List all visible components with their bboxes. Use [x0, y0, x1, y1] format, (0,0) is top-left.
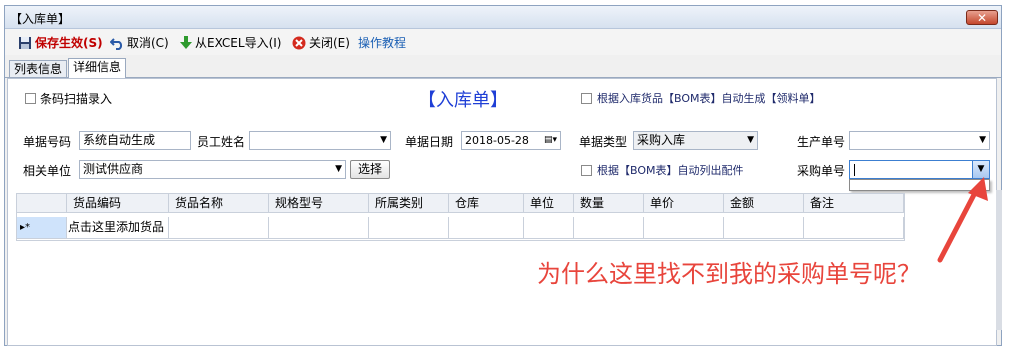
add-goods-cell[interactable]: 点击这里添加货品 [67, 217, 169, 239]
column-header[interactable]: 规格型号 [269, 194, 369, 213]
grid-cell[interactable] [804, 217, 904, 239]
grid-cell[interactable] [169, 217, 269, 239]
select-button[interactable]: 选择 [350, 160, 390, 179]
close-button[interactable]: 关闭(E) [292, 34, 350, 51]
barcode-scan-label: 条码扫描录入 [40, 92, 113, 106]
related-unit-label: 相关单位 [23, 164, 72, 178]
undo-icon [110, 37, 123, 50]
employee-label: 员工姓名 [197, 135, 246, 149]
bom-list-label: 根据【BOM表】自动列出配件 [597, 164, 744, 177]
cancel-button[interactable]: 取消(C) [110, 34, 169, 51]
chevron-down-icon: ▼ [747, 135, 754, 145]
close-circle-icon [292, 36, 306, 49]
annotation-text: 为什么这里找不到我的采购单号呢？ [537, 260, 921, 288]
save-label: 保存生效(S) [35, 36, 103, 50]
purchase-no-label: 采购单号 [797, 164, 846, 178]
chevron-down-icon: ▼ [335, 164, 342, 174]
column-header[interactable]: 所属类别 [369, 194, 449, 213]
barcode-scan-checkbox[interactable] [25, 93, 36, 104]
form-heading: 【入库单】 [418, 90, 508, 111]
chevron-down-icon: ▼ [979, 135, 986, 145]
date-label: 单据日期 [405, 135, 454, 149]
grid-cell[interactable] [269, 217, 369, 239]
close-icon: ✕ [976, 11, 988, 25]
calendar-icon: ▤▾ [543, 135, 557, 145]
close-label: 关闭(E) [309, 36, 350, 50]
grid-cell[interactable] [574, 217, 644, 239]
prod-no-label: 生产单号 [797, 135, 846, 149]
doc-no-field[interactable]: 系统自动生成 [79, 131, 191, 150]
column-header[interactable]: 单位 [524, 194, 574, 213]
grid-corner-header [17, 194, 67, 213]
import-excel-button[interactable]: 从EXCEL导入(I) [180, 34, 281, 51]
bom-auto-label: 根据入库货品【BOM表】自动生成【领料单】 [597, 92, 821, 105]
column-header[interactable]: 仓库 [449, 194, 524, 213]
grid-cell[interactable] [449, 217, 524, 239]
cancel-label: 取消(C) [127, 36, 169, 50]
column-header[interactable]: 货品编码 [67, 194, 169, 213]
bom-list-checkbox[interactable] [581, 165, 592, 176]
prod-no-select[interactable]: ▼ [849, 131, 990, 150]
tutorial-link[interactable]: 操作教程 [358, 34, 406, 51]
import-label: 从EXCEL导入(I) [195, 36, 282, 50]
text-cursor [854, 164, 855, 176]
annotation-arrow-icon [937, 177, 988, 263]
grid-cell[interactable] [644, 217, 724, 239]
bom-auto-checkbox[interactable] [581, 93, 592, 104]
column-header[interactable]: 金额 [724, 194, 804, 213]
window-title: 【入库单】 [10, 12, 71, 26]
column-header[interactable]: 数量 [574, 194, 644, 213]
grid-cell[interactable] [369, 217, 449, 239]
tab-strip [5, 57, 1001, 78]
column-header[interactable]: 备注 [804, 194, 904, 213]
tab-list-info[interactable]: 列表信息 [9, 60, 68, 77]
date-value: 2018-05-28 [465, 134, 529, 147]
employee-select[interactable]: ▼ [249, 131, 391, 150]
column-header[interactable]: 货品名称 [169, 194, 269, 213]
grid-cell[interactable] [724, 217, 804, 239]
download-arrow-icon [180, 35, 192, 49]
save-button[interactable]: 保存生效(S) [18, 34, 103, 51]
column-header[interactable]: 单价 [644, 194, 724, 213]
doc-no-label: 单据号码 [23, 135, 72, 149]
row-indicator[interactable]: ▸* [17, 217, 67, 239]
vertical-scrollbar[interactable] [996, 190, 1002, 330]
title-bar [5, 6, 1001, 29]
doc-type-label: 单据类型 [579, 135, 628, 149]
grid-cell[interactable] [524, 217, 574, 239]
tab-detail-info[interactable]: 详细信息 [68, 58, 127, 78]
window-close-button[interactable]: ✕ [966, 10, 998, 25]
chevron-down-icon: ▼ [380, 135, 387, 145]
doc-type-select[interactable]: 采购入库 ▼ [633, 131, 758, 150]
floppy-disk-icon [19, 36, 31, 49]
related-unit-select[interactable]: 测试供应商 ▼ [79, 160, 346, 179]
related-unit-value: 测试供应商 [83, 162, 144, 176]
doc-type-value: 采购入库 [637, 133, 686, 147]
date-field[interactable]: 2018-05-28 ▤▾ [461, 131, 561, 150]
